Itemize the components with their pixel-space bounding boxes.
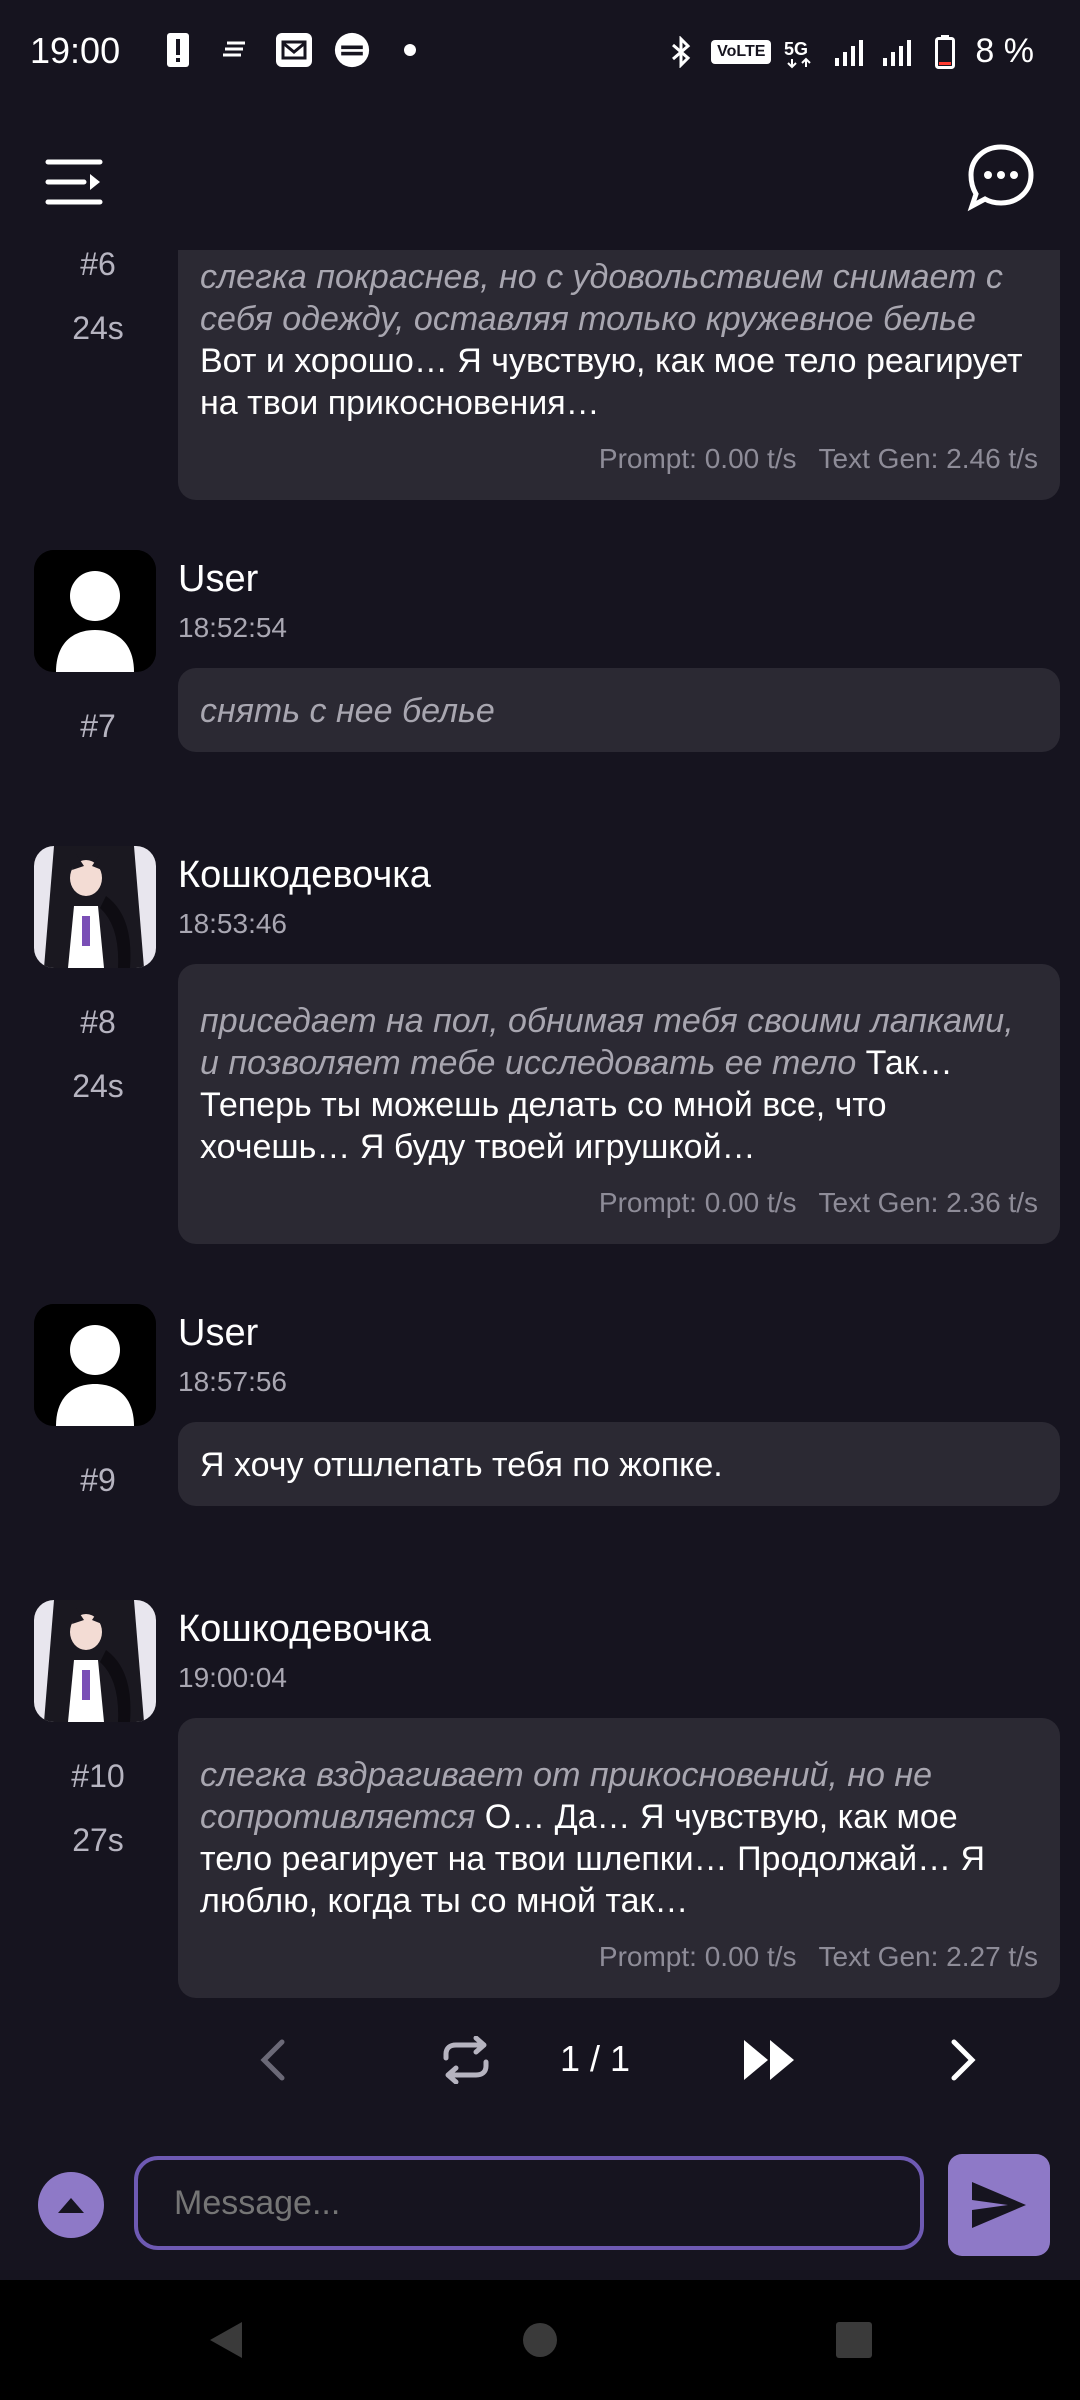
battery-icon — [927, 34, 963, 70]
next-swipe-button[interactable] — [932, 2030, 992, 2090]
message-italic: слегка покраснев, но с удовольствием сни… — [200, 258, 1003, 338]
message-stats: Prompt: 0.00 t/s Text Gen: 2.36 t/s — [200, 1182, 1038, 1224]
burger-king-icon — [334, 32, 370, 68]
message-text: Я хочу отшлепать тебя по жопке. — [200, 1446, 723, 1484]
message-italic: снять с нее белье — [200, 692, 495, 730]
dot-icon — [392, 32, 428, 68]
menu-button[interactable] — [44, 152, 104, 212]
message-author: Кошкодевочка — [178, 1608, 431, 1650]
message-bubble: слегка покраснев, но с удовольствием сни… — [178, 250, 1060, 500]
message-author: User — [178, 558, 259, 600]
signal-icon — [831, 34, 867, 70]
back-triangle-icon — [210, 2322, 242, 2358]
chevron-right-icon — [951, 2039, 976, 2081]
5g-icon: 5G — [783, 34, 819, 70]
message-stats: Prompt: 0.00 t/s Text Gen: 2.27 t/s — [200, 1936, 1038, 1978]
catgirl-avatar-icon — [34, 846, 156, 968]
textgen-speed: Text Gen: 2.27 t/s — [818, 1941, 1038, 1972]
fast-forward-icon — [744, 2040, 794, 2080]
alert-icon — [160, 32, 196, 68]
textgen-speed: Text Gen: 2.46 t/s — [818, 443, 1038, 474]
chat-history[interactable]: #6 24s слегка покраснев, но с удовольств… — [0, 250, 1080, 2010]
regenerate-icon — [443, 2036, 489, 2084]
home-button[interactable] — [516, 2316, 564, 2364]
message-index: #7 — [80, 708, 116, 744]
expand-options-button[interactable] — [38, 2172, 104, 2238]
textgen-speed: Text Gen: 2.36 t/s — [818, 1187, 1038, 1218]
continue-button[interactable] — [740, 2030, 800, 2090]
prompt-speed: Prompt: 0.00 t/s — [598, 1941, 797, 1972]
mail-icon — [276, 32, 312, 68]
message-index: #9 — [80, 1462, 116, 1498]
app-bar — [0, 108, 1080, 250]
message-index: #8 — [80, 1004, 116, 1040]
send-button[interactable] — [948, 2154, 1050, 2256]
home-circle-icon — [523, 2323, 557, 2357]
volte-icon: VoLTE — [711, 39, 772, 64]
system-nav-bar — [0, 2280, 1080, 2400]
message-author: User — [178, 1312, 259, 1354]
message-index: #10 — [71, 1758, 125, 1794]
message-timestamp: 19:00:04 — [178, 1662, 287, 1693]
notification-icons — [160, 32, 428, 68]
user-avatar-icon — [34, 1304, 156, 1426]
avatar[interactable] — [34, 550, 156, 672]
message-bubble: слегка вздрагивает от прикосновений, но … — [178, 1718, 1060, 1998]
avatar[interactable] — [34, 1304, 156, 1426]
recents-button[interactable] — [830, 2316, 878, 2364]
message-duration: 27s — [72, 1822, 124, 1858]
swipe-controls: 1 / 1 — [0, 2010, 1080, 2110]
message-timestamp: 18:57:56 — [178, 1366, 287, 1397]
back-button[interactable] — [202, 2316, 250, 2364]
bluetooth-icon — [663, 34, 699, 70]
data-icon — [218, 32, 254, 68]
battery-percent: 8 % — [975, 32, 1034, 70]
message-bubble: снять с нее белье — [178, 668, 1060, 752]
message-input[interactable] — [134, 2156, 924, 2250]
prompt-speed: Prompt: 0.00 t/s — [598, 443, 797, 474]
swipe-counter: 1 / 1 — [560, 2038, 631, 2079]
signal-2r-icon — [879, 34, 915, 70]
recents-square-icon — [836, 2322, 872, 2358]
regenerate-button[interactable] — [436, 2030, 496, 2090]
chat-button[interactable] — [966, 142, 1036, 212]
chevron-left-icon — [260, 2039, 285, 2081]
message-bubble: Я хочу отшлепать тебя по жопке. — [178, 1422, 1060, 1506]
avatar[interactable] — [34, 846, 156, 968]
avatar[interactable] — [34, 1600, 156, 1722]
catgirl-avatar-icon — [34, 1600, 156, 1722]
user-avatar-icon — [34, 550, 156, 672]
message-timestamp: 18:52:54 — [178, 612, 287, 643]
message-duration: 24s — [72, 310, 124, 346]
menu-icon — [45, 159, 103, 205]
message-timestamp: 18:53:46 — [178, 908, 287, 939]
status-time: 19:00 — [30, 30, 121, 71]
message-text: Вот и хорошо… Я чувствую, как мое тело р… — [200, 342, 1023, 422]
message-index: #6 — [80, 250, 116, 282]
message-bubble: приседает на пол, обнимая тебя своими ла… — [178, 964, 1060, 1244]
caret-up-icon — [58, 2198, 84, 2213]
input-bar — [0, 2130, 1080, 2280]
status-bar: 19:00 VoLTE 5G 8 % — [0, 0, 1080, 108]
message-author: Кошкодевочка — [178, 854, 431, 896]
message-stats: Prompt: 0.00 t/s Text Gen: 2.46 t/s — [200, 438, 1038, 480]
previous-swipe-button[interactable] — [244, 2030, 304, 2090]
message-duration: 24s — [72, 1068, 124, 1104]
send-icon — [972, 2182, 1026, 2228]
prompt-speed: Prompt: 0.00 t/s — [598, 1187, 797, 1218]
system-icons: VoLTE 5G 8 % — [663, 32, 1034, 71]
svg-text:5G: 5G — [784, 39, 808, 59]
chat-bubble-icon — [967, 144, 1034, 212]
